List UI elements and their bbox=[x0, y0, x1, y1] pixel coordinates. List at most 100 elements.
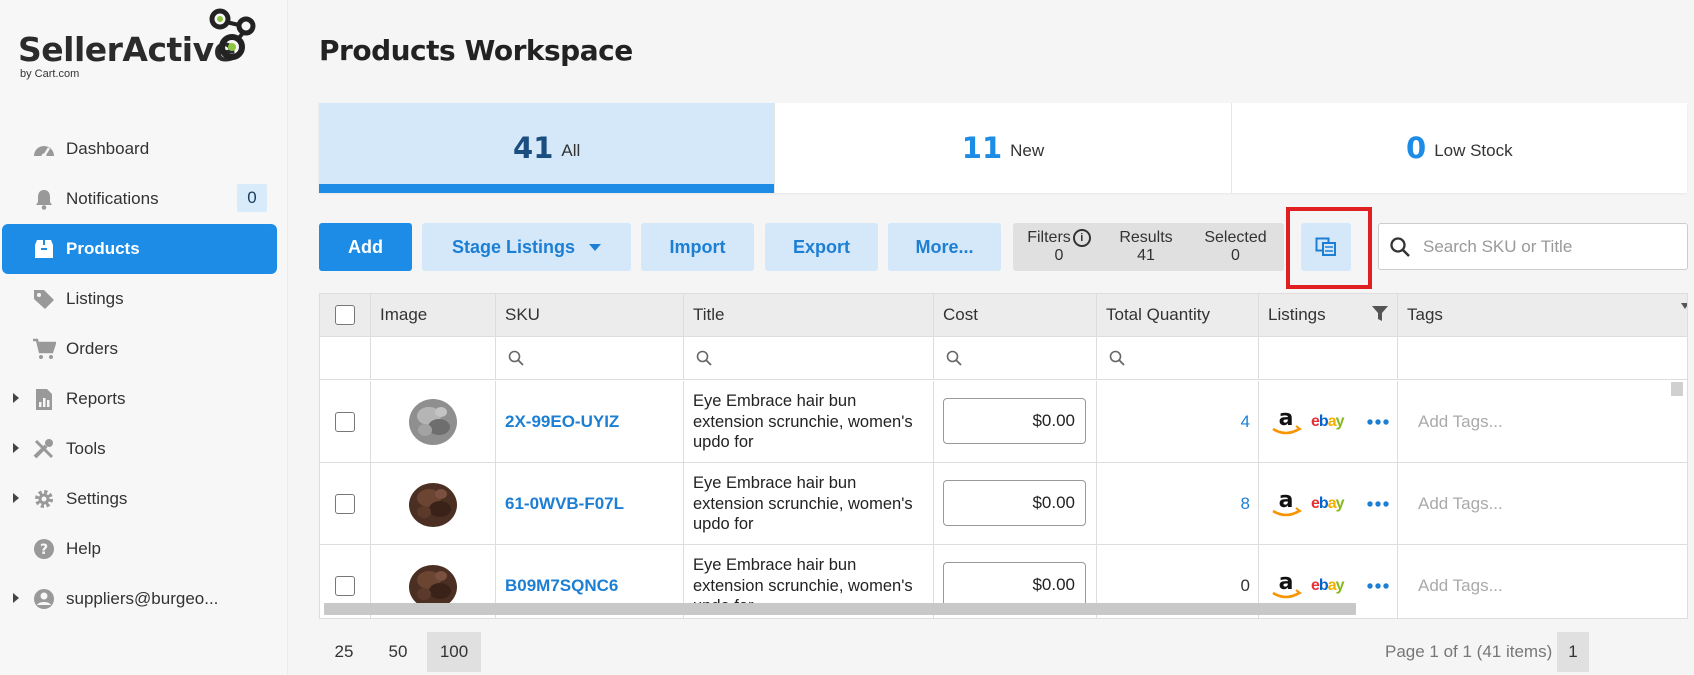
column-header-sku[interactable]: SKU bbox=[496, 294, 684, 336]
cost-input[interactable] bbox=[943, 562, 1086, 608]
ebay-icon[interactable]: ebay bbox=[1311, 495, 1344, 513]
sku-link[interactable]: 2X-99EO-UYIZ bbox=[505, 412, 619, 432]
amazon-icon[interactable]: a bbox=[1269, 569, 1303, 603]
column-header-listings[interactable]: Listings bbox=[1259, 294, 1398, 336]
products-grid: Image SKU Title Cost Total Quantity List… bbox=[319, 293, 1688, 619]
quantity-value: 0 bbox=[1240, 576, 1250, 595]
sku-link[interactable]: B09M7SQNC6 bbox=[505, 576, 618, 596]
add-tags-input[interactable]: Add Tags... bbox=[1418, 412, 1503, 432]
page-size-100[interactable]: 100 bbox=[427, 632, 481, 672]
product-thumbnail[interactable] bbox=[405, 476, 461, 532]
svg-text:a: a bbox=[1279, 488, 1294, 513]
search-input[interactable] bbox=[1423, 232, 1678, 262]
filter-funnel-icon[interactable] bbox=[1371, 305, 1389, 323]
sku-link[interactable]: 61-0WVB-F07L bbox=[505, 494, 624, 514]
add-tags-input[interactable]: Add Tags... bbox=[1418, 576, 1503, 596]
more-button[interactable]: More... bbox=[888, 223, 1001, 271]
product-title: Eye Embrace hair bun extension scrunchie… bbox=[693, 392, 913, 451]
filter-cell-sku[interactable] bbox=[496, 337, 684, 379]
selected-value: 0 bbox=[1231, 247, 1240, 264]
ebay-icon[interactable]: ebay bbox=[1311, 413, 1344, 431]
sidebar-item-settings[interactable]: Settings bbox=[0, 474, 288, 524]
grid-header-row: Image SKU Title Cost Total Quantity List… bbox=[320, 294, 1688, 337]
select-all-cell bbox=[320, 294, 371, 336]
add-button[interactable]: Add bbox=[319, 223, 412, 271]
sidebar-item-label: Tools bbox=[66, 439, 106, 458]
image-cell bbox=[371, 463, 496, 544]
sidebar-item-dashboard[interactable]: Dashboard bbox=[0, 124, 288, 174]
filter-cell-quantity[interactable] bbox=[1097, 337, 1259, 379]
quantity-link[interactable]: 4 bbox=[1241, 412, 1250, 432]
column-header-title[interactable]: Title bbox=[684, 294, 934, 336]
sidebar-item-products[interactable]: Products bbox=[2, 224, 277, 274]
expand-caret-icon[interactable] bbox=[13, 393, 19, 403]
filter-cell-cost[interactable] bbox=[934, 337, 1097, 379]
horizontal-scrollbar[interactable] bbox=[324, 603, 1356, 615]
row-select-cell bbox=[320, 463, 371, 544]
results-stat: Results 41 bbox=[1105, 223, 1187, 271]
page-size-50[interactable]: 50 bbox=[376, 632, 420, 672]
vertical-scrollbar[interactable] bbox=[1671, 382, 1683, 396]
page-size-25[interactable]: 25 bbox=[322, 632, 366, 672]
sidebar-nav: Dashboard Notifications 0 Products Listi… bbox=[0, 124, 288, 624]
row-checkbox[interactable] bbox=[335, 412, 355, 432]
expand-caret-icon[interactable] bbox=[13, 443, 19, 453]
sidebar-item-account[interactable]: suppliers@burgeo... bbox=[0, 574, 288, 624]
search-icon bbox=[946, 350, 962, 366]
filter-cell-empty bbox=[320, 337, 371, 379]
help-circle-icon: ? bbox=[34, 539, 54, 559]
sidebar-item-label: Notifications bbox=[66, 189, 159, 208]
tab-low-stock[interactable]: 0 Low Stock bbox=[1232, 103, 1687, 193]
column-header-total-quantity[interactable]: Total Quantity bbox=[1097, 294, 1259, 336]
expand-caret-icon[interactable] bbox=[13, 493, 19, 503]
sidebar-item-label: suppliers@burgeo... bbox=[66, 589, 219, 608]
more-dots-icon[interactable] bbox=[1367, 419, 1389, 425]
import-button[interactable]: Import bbox=[641, 223, 754, 271]
tab-all[interactable]: 41 All bbox=[319, 103, 776, 193]
column-menu-icon[interactable] bbox=[1681, 303, 1688, 313]
amazon-icon[interactable]: a bbox=[1269, 487, 1303, 521]
stage-listings-label: Stage Listings bbox=[451, 236, 576, 257]
user-avatar-icon bbox=[34, 589, 54, 609]
table-row[interactable]: 61-0WVB-F07L Eye Embrace hair bun extens… bbox=[320, 463, 1687, 545]
row-checkbox[interactable] bbox=[335, 576, 355, 596]
stage-listings-button[interactable]: Stage Listings bbox=[422, 223, 631, 271]
filters-stat[interactable]: Filters i 0 bbox=[1013, 223, 1105, 271]
column-header-cost[interactable]: Cost bbox=[934, 294, 1097, 336]
sidebar-item-tools[interactable]: Tools bbox=[0, 424, 288, 474]
brand-logo[interactable]: SellerActive by Cart.com bbox=[18, 8, 268, 88]
cost-input[interactable] bbox=[943, 480, 1086, 526]
bell-icon bbox=[36, 190, 52, 210]
sidebar-item-orders[interactable]: Orders bbox=[0, 324, 288, 374]
box-icon bbox=[35, 240, 53, 258]
search-box[interactable] bbox=[1378, 223, 1688, 270]
page-number-1[interactable]: 1 bbox=[1557, 632, 1589, 672]
table-row[interactable]: 2X-99EO-UYIZ Eye Embrace hair bun extens… bbox=[320, 381, 1687, 463]
more-dots-icon[interactable] bbox=[1367, 583, 1389, 589]
title-cell: Eye Embrace hair bun extension scrunchie… bbox=[684, 463, 934, 544]
column-header-image[interactable]: Image bbox=[371, 294, 496, 336]
select-all-checkbox[interactable] bbox=[335, 305, 355, 325]
tags-cell: Add Tags... bbox=[1398, 381, 1687, 462]
column-header-tags[interactable]: Tags bbox=[1398, 294, 1688, 336]
tab-label: Low Stock bbox=[1434, 141, 1513, 160]
row-checkbox[interactable] bbox=[335, 494, 355, 514]
more-dots-icon[interactable] bbox=[1367, 501, 1389, 507]
amazon-icon[interactable]: a bbox=[1269, 405, 1303, 439]
quantity-link[interactable]: 8 bbox=[1241, 494, 1250, 514]
add-tags-input[interactable]: Add Tags... bbox=[1418, 494, 1503, 514]
sidebar-item-help[interactable]: ? Help bbox=[0, 524, 288, 574]
sidebar-item-listings[interactable]: Listings bbox=[0, 274, 288, 324]
filter-cell-title[interactable] bbox=[684, 337, 934, 379]
product-thumbnail[interactable] bbox=[405, 394, 461, 450]
info-icon[interactable]: i bbox=[1072, 229, 1091, 247]
sidebar-item-label: Reports bbox=[66, 389, 126, 408]
tab-new[interactable]: 11 New bbox=[775, 103, 1232, 193]
ebay-icon[interactable]: ebay bbox=[1311, 577, 1344, 595]
sidebar-item-notifications[interactable]: Notifications 0 bbox=[0, 174, 288, 224]
export-button[interactable]: Export bbox=[765, 223, 878, 271]
cost-input[interactable] bbox=[943, 398, 1086, 444]
sidebar-item-label: Dashboard bbox=[66, 139, 150, 158]
sidebar-item-reports[interactable]: Reports bbox=[0, 374, 288, 424]
expand-caret-icon[interactable] bbox=[13, 593, 19, 603]
